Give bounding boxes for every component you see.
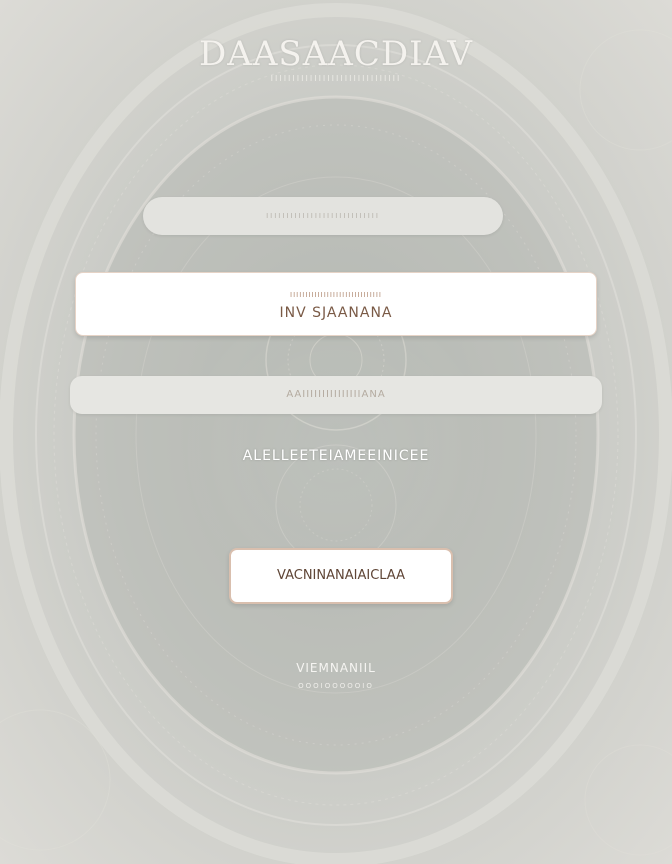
app-title: DAASAACDIAV [199,34,473,74]
forgot-link[interactable]: ALELLEETEIAMEEINICEE [0,446,672,466]
mandala-background [0,3,672,864]
main-input-caption: IIIIIIIIIIIIIIIIIIIIIIIIIIIIII [290,291,382,299]
footer: VIEMNANIIL OOOIOOOOOIO [0,660,672,691]
main-input-field[interactable]: IIIIIIIIIIIIIIIIIIIIIIIIIIIIII INV SJAAN… [75,272,597,336]
submit-button[interactable]: VACNINANAIAICLAA [229,548,453,604]
app-subtitle: IIIIIIIIIIIIIIIIIIIIIIIIIIIIII [270,74,402,83]
bottom-input-field[interactable]: AAIIIIIIIIIIIIIIIANA [70,376,602,414]
bottom-input-placeholder: AAIIIIIIIIIIIIIIIANA [286,389,386,400]
main-input-value: INV SJAANANA [279,305,393,321]
top-input-field[interactable]: IIIIIIIIIIIIIIIIIIIIIIIIIIII [143,197,503,235]
submit-button-label: VACNINANAIAICLAA [277,568,405,583]
top-input-placeholder: IIIIIIIIIIIIIIIIIIIIIIIIIIII [266,212,380,220]
footer-caption: OOOIOOOOOIO [298,682,374,690]
footer-link[interactable]: VIEMNANIIL [0,660,672,676]
brand-header: DAASAACDIAV IIIIIIIIIIIIIIIIIIIIIIIIIIII… [0,34,672,84]
